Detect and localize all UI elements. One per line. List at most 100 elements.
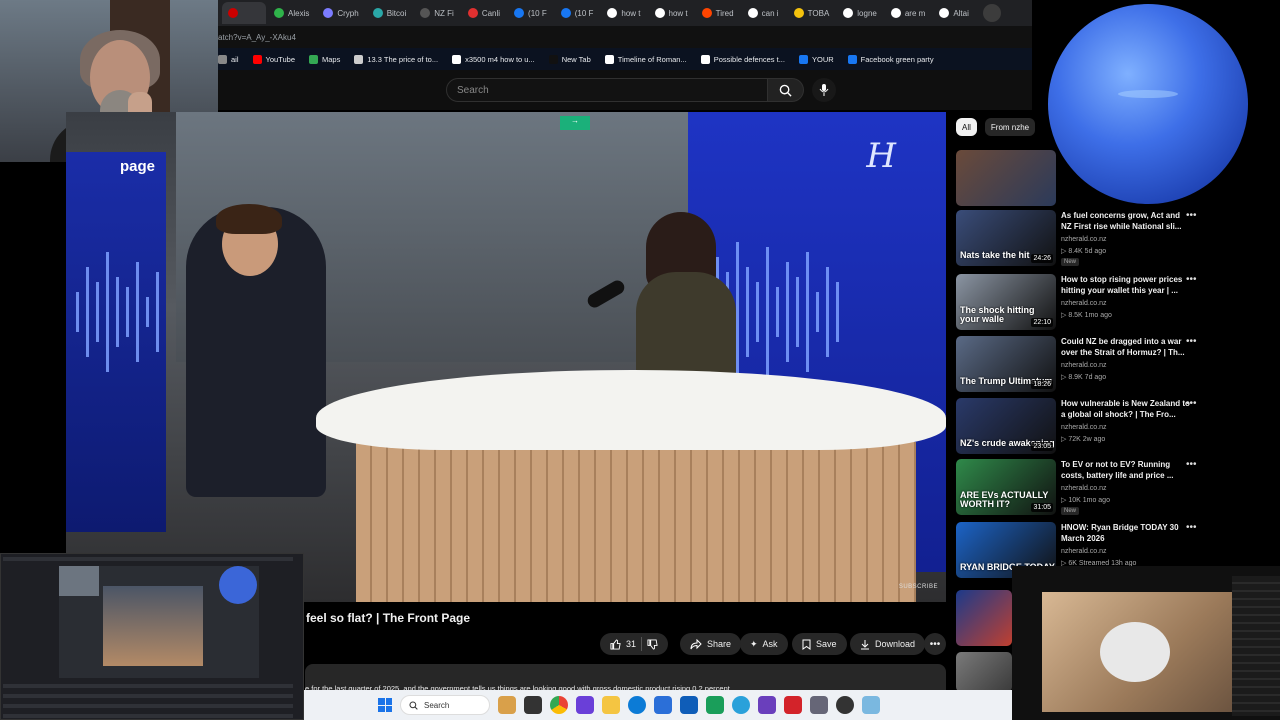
browser-tab[interactable]: how t xyxy=(649,2,694,24)
recommendation-title[interactable]: To EV or not to EV? Running costs, batte… xyxy=(1061,459,1191,481)
recommendation-thumbnail[interactable]: NZ's crude awakening 23:05 xyxy=(956,398,1056,454)
download-button[interactable]: Download xyxy=(850,633,926,655)
game-side-panel xyxy=(1232,576,1280,716)
video-player[interactable]: → H page SUBSCRIBE xyxy=(66,112,946,602)
browser-tab[interactable]: TOBA xyxy=(788,2,836,24)
recommendation-item[interactable]: The shock hitting your walle 22:10 How to … xyxy=(956,274,1212,332)
save-button[interactable]: Save xyxy=(792,633,847,655)
recommendation-item[interactable]: The Trump Ultimatum 18:26 Could NZ be drag… xyxy=(956,336,1212,394)
edge-icon[interactable] xyxy=(628,696,646,714)
more-vertical-icon[interactable]: ••• xyxy=(1186,522,1197,533)
recommendation-thumbnail[interactable]: ARE EVs ACTUALLY WORTH IT? 31:05 xyxy=(956,459,1056,515)
more-vertical-icon[interactable]: ••• xyxy=(1186,459,1197,470)
windows-start-icon[interactable] xyxy=(378,698,392,712)
browser-tab[interactable]: Altai xyxy=(933,2,977,24)
more-actions-button[interactable]: ••• xyxy=(924,633,946,655)
bookmark-item[interactable]: ail xyxy=(218,54,239,64)
recommendation-item[interactable]: NZ's crude awakening 23:05 How vulnerable … xyxy=(956,398,1212,456)
recommendation-channel[interactable]: nzherald.co.nz xyxy=(1061,362,1107,369)
telegram-icon[interactable] xyxy=(732,696,750,714)
recommendation-thumbnail[interactable]: The Trump Ultimatum 18:26 xyxy=(956,336,1056,392)
app-icon[interactable] xyxy=(576,696,594,714)
thumbnail-caption: Nats take the hit xyxy=(960,250,1030,260)
recommendation-partial-bottom-1[interactable] xyxy=(956,590,1016,648)
more-vertical-icon[interactable]: ••• xyxy=(1186,398,1197,409)
taskbar-widget-icon[interactable] xyxy=(498,696,516,714)
video-description[interactable]: e for the last quarter of 2025, and the … xyxy=(305,664,946,690)
recommendation-channel[interactable]: nzherald.co.nz xyxy=(1061,236,1107,243)
browser-tab[interactable]: Bitcoi xyxy=(367,2,413,24)
browser-tab[interactable]: logne xyxy=(837,2,883,24)
settings-icon[interactable] xyxy=(810,696,828,714)
recommendation-item[interactable]: Nats take the hit 24:26 As fuel concerns g… xyxy=(956,210,1212,268)
share-button[interactable]: Share xyxy=(680,633,742,655)
app-icon[interactable] xyxy=(862,696,880,714)
bookmark-item[interactable]: New Tab xyxy=(548,54,591,64)
recommendation-title[interactable]: HNOW: Ryan Bridge TODAY 30 March 2026 xyxy=(1061,522,1191,544)
share-label: Share xyxy=(707,639,732,649)
chip-from-channel[interactable]: From nzhe xyxy=(984,118,1036,136)
recommendation-partial-top[interactable] xyxy=(956,150,1212,208)
thumbs-down-icon[interactable] xyxy=(647,638,658,650)
recommendation-channel[interactable]: nzherald.co.nz xyxy=(1061,300,1107,307)
recommendation-meta: ▷ 8.5K 1mo ago xyxy=(1061,312,1112,319)
bookmark-item[interactable]: 13.3 The price of to... xyxy=(354,54,438,64)
recommendation-title[interactable]: As fuel concerns grow, Act and NZ First … xyxy=(1061,210,1191,232)
bookmark-item[interactable]: x3500 m4 how to u... xyxy=(452,54,535,64)
file-explorer-icon[interactable] xyxy=(602,696,620,714)
ask-button[interactable]: ✦ Ask xyxy=(740,633,788,655)
more-vertical-icon[interactable]: ••• xyxy=(1186,210,1197,221)
video-subscribe-overlay[interactable]: SUBSCRIBE xyxy=(899,584,938,590)
browser-tab[interactable]: are m xyxy=(885,2,931,24)
bookmark-item[interactable]: Maps xyxy=(309,54,340,64)
browser-tab[interactable]: NZ Fi xyxy=(414,2,460,24)
recommendation-channel[interactable]: nzherald.co.nz xyxy=(1061,485,1107,492)
voice-search-button[interactable] xyxy=(812,78,836,102)
recommendation-channel[interactable]: nzherald.co.nz xyxy=(1061,424,1107,431)
store-icon[interactable] xyxy=(680,696,698,714)
search-button[interactable] xyxy=(768,78,804,102)
tab-label: how t xyxy=(668,8,688,18)
chrome-icon[interactable] xyxy=(550,696,568,714)
recommendation-thumbnail[interactable]: Nats take the hit 24:26 xyxy=(956,210,1056,266)
recommendation-thumbnail[interactable] xyxy=(956,652,1012,692)
chip-all[interactable]: All xyxy=(956,118,977,136)
browser-tab[interactable] xyxy=(222,2,266,24)
recommendation-thumbnail[interactable] xyxy=(956,150,1056,206)
bookmark-item[interactable]: YOUR xyxy=(798,54,834,64)
recommendation-title[interactable]: Could NZ be dragged into a war over the … xyxy=(1061,336,1191,358)
browser-tab[interactable]: (10 F xyxy=(508,2,553,24)
task-view-icon[interactable] xyxy=(524,696,542,714)
more-vertical-icon[interactable]: ••• xyxy=(1186,274,1197,285)
browser-tab[interactable]: how t xyxy=(601,2,646,24)
obs-icon[interactable] xyxy=(836,696,854,714)
browser-tab[interactable]: Tired xyxy=(696,2,740,24)
browser-tab[interactable]: (10 F xyxy=(555,2,600,24)
recommendation-title[interactable]: How vulnerable is New Zealand to a globa… xyxy=(1061,398,1191,420)
recommendation-thumbnail[interactable] xyxy=(956,590,1012,646)
address-url[interactable]: atch?v=A_Ay_-XAku4 xyxy=(218,33,296,42)
app-icon[interactable] xyxy=(784,696,802,714)
bookmark-item[interactable]: Possible defences t... xyxy=(700,54,785,64)
recommendation-item[interactable]: ARE EVs ACTUALLY WORTH IT? 31:05 To EV or … xyxy=(956,459,1212,517)
browser-tab[interactable]: Cryph xyxy=(317,2,364,24)
app-icon[interactable] xyxy=(654,696,672,714)
recommendation-thumbnail[interactable]: The shock hitting your walle 22:10 xyxy=(956,274,1056,330)
app-icon[interactable] xyxy=(706,696,724,714)
taskbar-search[interactable]: Search xyxy=(400,695,490,715)
bookmark-item[interactable]: Timeline of Roman... xyxy=(604,54,687,64)
address-bar[interactable]: atch?v=A_Ay_-XAku4 xyxy=(218,26,1032,48)
search-input[interactable]: Search xyxy=(446,78,768,102)
app-icon[interactable] xyxy=(758,696,776,714)
like-button[interactable]: 31 xyxy=(600,633,669,655)
tab-label: are m xyxy=(904,8,926,18)
new-tab-button[interactable] xyxy=(983,4,1002,22)
recommendation-title[interactable]: How to stop rising power prices hitting … xyxy=(1061,274,1191,296)
more-vertical-icon[interactable]: ••• xyxy=(1186,336,1197,347)
browser-tab[interactable]: can i xyxy=(742,2,786,24)
browser-tab[interactable]: Canli xyxy=(462,2,506,24)
recommendation-channel[interactable]: nzherald.co.nz xyxy=(1061,548,1107,555)
browser-tab[interactable]: Alexis xyxy=(268,2,315,24)
bookmark-item[interactable]: YouTube xyxy=(252,54,295,64)
bookmark-item[interactable]: Facebook green party xyxy=(847,54,934,64)
